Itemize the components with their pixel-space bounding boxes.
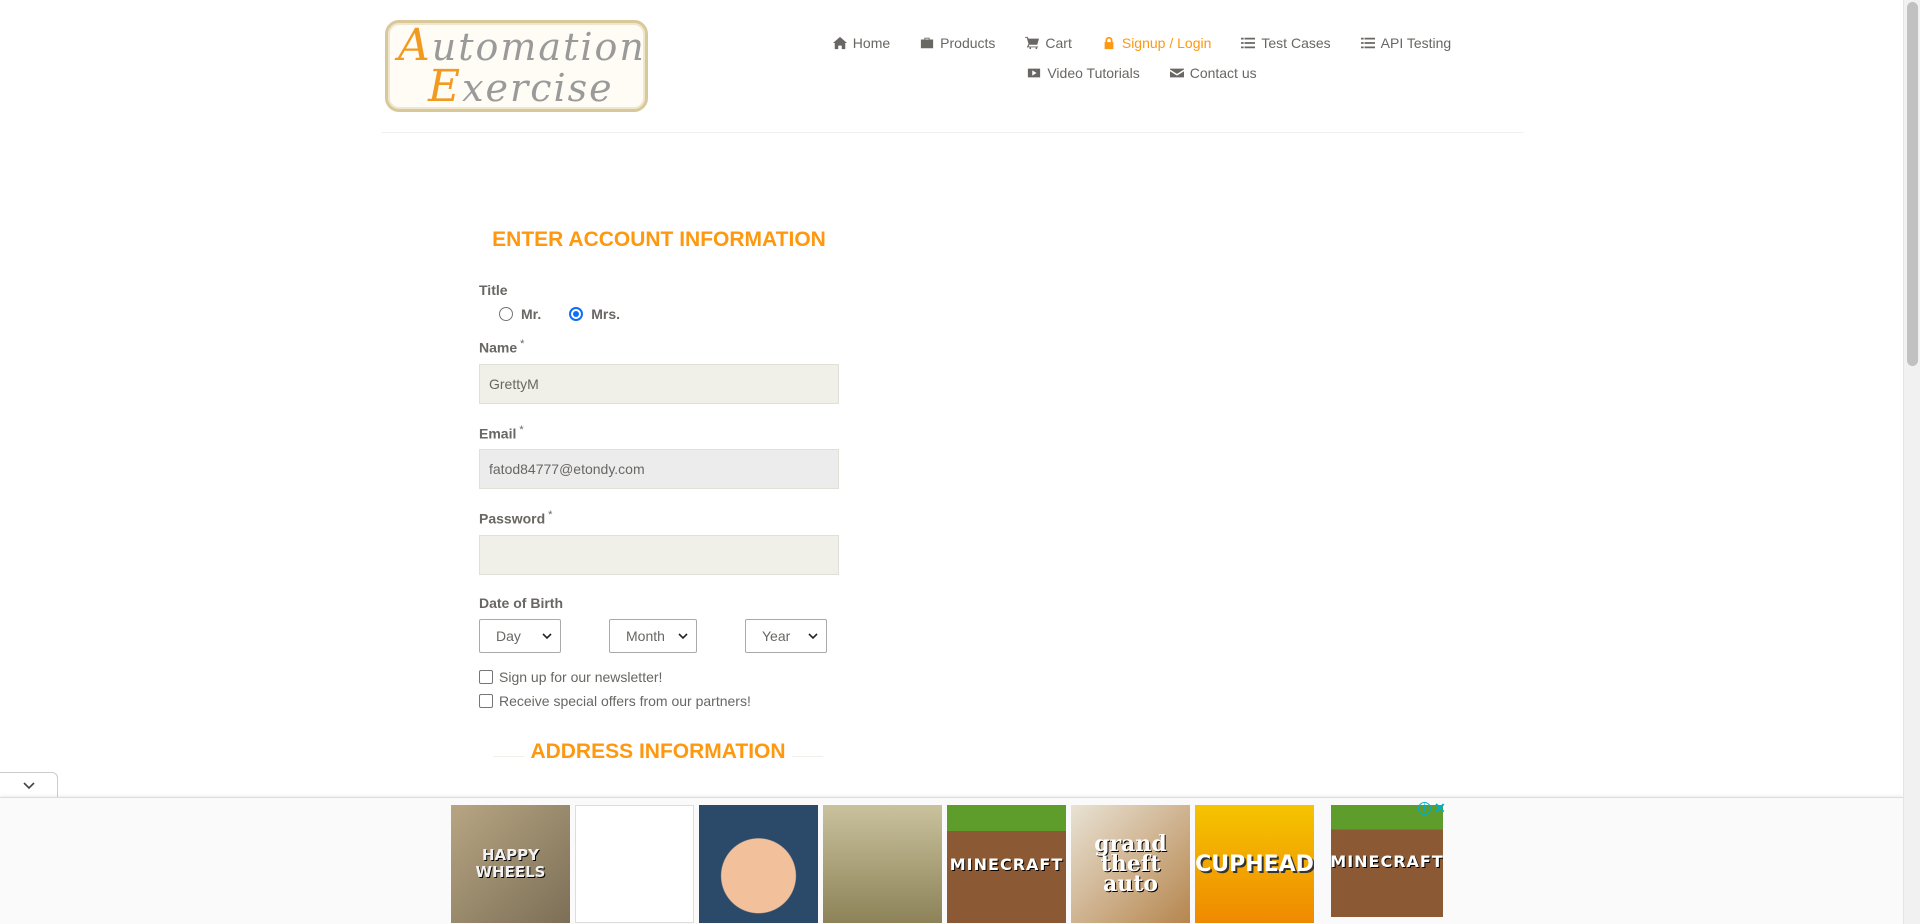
required-mark: * (520, 338, 525, 350)
dob-day-select[interactable]: Day (479, 618, 561, 653)
nav-products[interactable]: Products (920, 28, 995, 58)
ad-tile-text: CUPHEAD (1195, 851, 1314, 877)
name-input[interactable]: GrettyM (479, 363, 839, 404)
ad-tile-minecraft-pe[interactable]: MINECRAFT (1331, 805, 1443, 917)
ad-tile-gta-v[interactable]: grand theft auto (1071, 805, 1190, 923)
address-info-title: ADDRESS INFORMATION (524, 740, 792, 763)
scrollbar-thumb[interactable] (1907, 2, 1918, 366)
title-mrs-option[interactable]: Mrs. (569, 306, 620, 322)
list-icon (1241, 37, 1256, 49)
logo-line-2: Exercise (428, 61, 614, 112)
dob-year-select[interactable]: Year (745, 618, 827, 653)
nav-cart[interactable]: Cart (1025, 28, 1072, 58)
chevron-down-icon (22, 781, 35, 789)
nav-test-cases[interactable]: Test Cases (1241, 28, 1331, 58)
dob-selects: Day Month Year (479, 618, 839, 653)
name-label-text: Name (479, 339, 518, 356)
title-label: Title (479, 282, 508, 298)
ad-tile-text: HAPPY WHEELS (475, 846, 546, 881)
dob-day-value: Day (496, 627, 521, 644)
page-scrollbar[interactable] (1903, 0, 1920, 924)
ad-info-icon[interactable]: i (1418, 802, 1431, 815)
chevron-down-icon (542, 633, 552, 640)
account-info-form: ENTER ACCOUNT INFORMATION Title Mr. Mrs.… (479, 228, 839, 717)
required-mark: * (548, 509, 553, 522)
title-mr-option[interactable]: Mr. (499, 306, 541, 322)
ad-tiles: HAPPY WHEELS MINECRAFT grand theft auto … (451, 805, 1443, 923)
title-mrs-label: Mrs. (591, 306, 621, 322)
password-label-text: Password (479, 510, 546, 527)
nav-api-testing-label: API Testing (1380, 35, 1452, 51)
nav-contact-us[interactable]: Contact us (1169, 58, 1257, 88)
name-label: Name * (479, 338, 839, 356)
ad-tile-stickman[interactable] (575, 805, 694, 923)
ad-tile-happy-wheels[interactable]: HAPPY WHEELS (451, 805, 570, 923)
email-input[interactable]: fatod84777@etondy.com (479, 449, 839, 490)
newsletter-row[interactable]: Sign up for our newsletter! (479, 669, 839, 685)
email-label: Email * (479, 424, 839, 442)
offers-row[interactable]: Receive special offers from our partners… (479, 693, 839, 709)
site-header: Automation Exercise Home Products Cart S… (382, 0, 1524, 133)
password-input[interactable] (479, 534, 839, 575)
envelope-icon (1169, 68, 1184, 78)
account-info-title: ENTER ACCOUNT INFORMATION (492, 228, 826, 251)
nav-signup-login[interactable]: Signup / Login (1102, 28, 1212, 58)
nav-test-cases-label: Test Cases (1261, 35, 1331, 51)
nav-contact-us-label: Contact us (1189, 65, 1257, 81)
ad-tile-gta-sa[interactable] (823, 805, 942, 923)
youtube-icon (1028, 68, 1041, 78)
ad-tile-cartoon-face[interactable] (699, 805, 818, 923)
nav-video-tutorials-label: Video Tutorials (1047, 65, 1140, 81)
nav-api-testing[interactable]: API Testing (1360, 28, 1452, 58)
address-info-heading: ADDRESS INFORMATION (493, 740, 823, 764)
nav-products-label: Products (940, 35, 996, 51)
newsletter-checkbox[interactable] (479, 669, 493, 684)
email-label-text: Email (479, 425, 517, 442)
nav-cart-label: Cart (1045, 35, 1072, 51)
nav-signup-login-label: Signup / Login (1121, 35, 1212, 51)
dob-month-value: Month (626, 627, 665, 644)
briefcase-icon (921, 37, 934, 49)
chevron-down-icon (808, 633, 818, 640)
ad-tile-text: grand theft auto (1094, 831, 1167, 897)
site-logo[interactable]: Automation Exercise (385, 20, 648, 112)
cart-icon (1025, 36, 1040, 50)
required-mark: * (519, 423, 524, 436)
chevron-down-icon (678, 633, 688, 640)
nav-video-tutorials[interactable]: Video Tutorials (1027, 58, 1140, 88)
offers-checkbox[interactable] (479, 693, 493, 708)
ad-tile-text: MINECRAFT (1331, 851, 1443, 871)
main-nav: Home Products Cart Signup / Login Test C… (762, 28, 1522, 88)
ad-tile-minecraft[interactable]: MINECRAFT (947, 805, 1066, 923)
ad-tile-text: MINECRAFT (949, 854, 1064, 874)
title-mrs-radio[interactable] (569, 307, 584, 321)
nav-home-label: Home (852, 35, 891, 51)
title-mr-radio[interactable] (499, 307, 513, 321)
lock-icon (1104, 36, 1114, 50)
list-icon (1360, 37, 1375, 49)
dob-year-value: Year (762, 627, 791, 644)
dob-label: Date of Birth (479, 594, 563, 611)
ad-tile-cuphead[interactable]: CUPHEAD (1195, 805, 1314, 923)
ad-controls: i ✕ (1418, 801, 1446, 815)
ad-collapse-toggle[interactable] (0, 772, 58, 798)
close-icon[interactable]: ✕ (1434, 801, 1446, 815)
password-label: Password * (479, 509, 839, 527)
nav-home[interactable]: Home (832, 28, 891, 58)
offers-label: Receive special offers from our partners… (499, 692, 751, 709)
title-mr-label: Mr. (521, 306, 542, 322)
home-icon (832, 36, 847, 50)
title-radio-group: Mr. Mrs. (499, 306, 839, 322)
dob-month-select[interactable]: Month (609, 618, 697, 653)
newsletter-label: Sign up for our newsletter! (499, 668, 663, 685)
